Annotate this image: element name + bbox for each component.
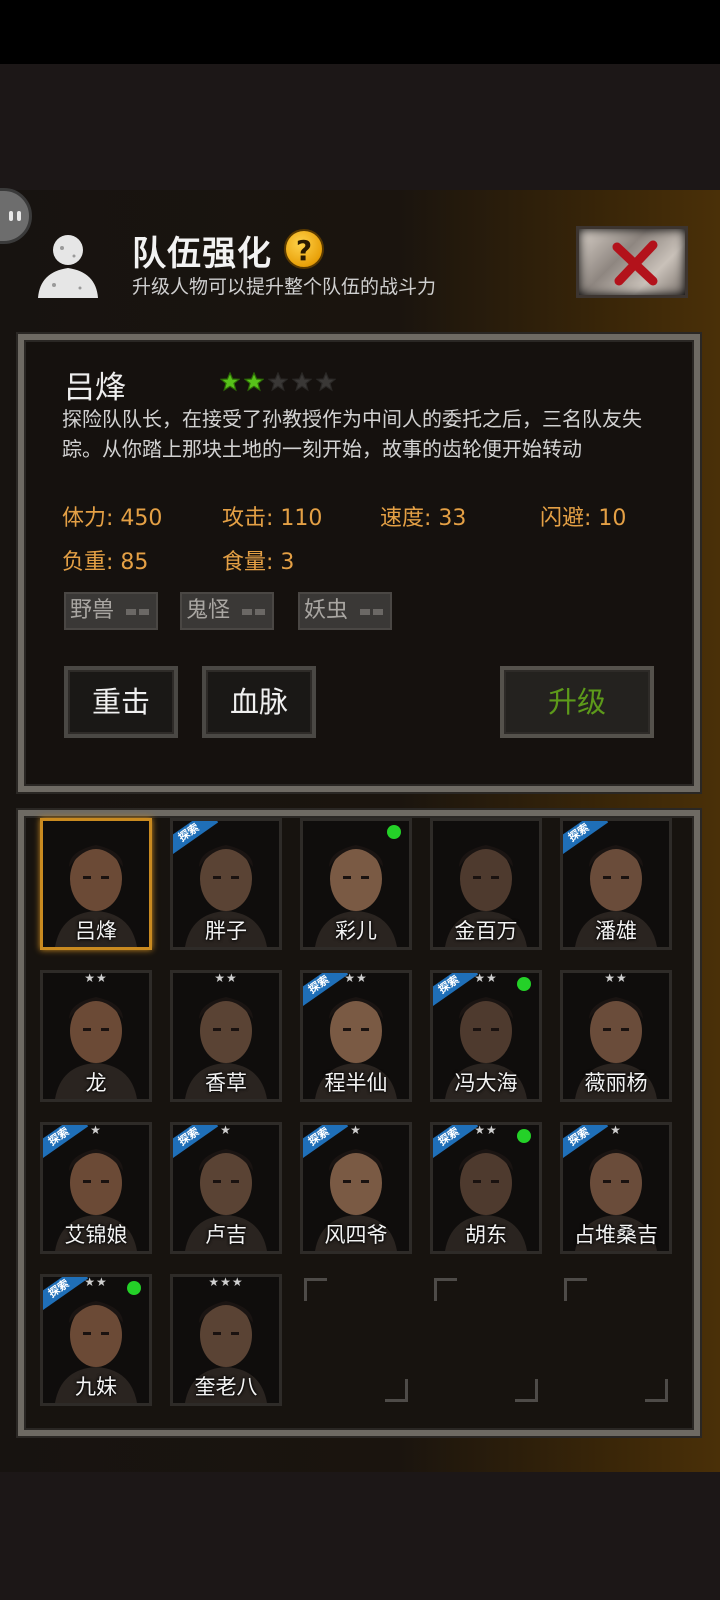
character-card[interactable]: 彩儿 [300,818,412,950]
trait-level-indicator [126,609,150,615]
character-description: 探险队队长，在接受了孙教授作为中间人的委托之后，三名队友失踪。从你踏上那块土地的… [62,407,642,461]
person-silhouette-icon [38,235,98,298]
character-card-name: 九妹 [75,1375,117,1399]
stat-food: 食量: 3 [222,550,295,575]
dialog-title: 队伍强化 [132,234,272,274]
character-card-name: 龙 [85,1071,107,1095]
character-card-name: 风四爷 [324,1223,388,1247]
character-name: 吕烽 [64,370,126,406]
card-star-rating: ★★ [604,971,628,985]
character-card-name: 程半仙 [324,1071,388,1095]
character-card[interactable]: ★ 探索 占堆桑吉 [560,1122,672,1254]
trait-tag: 妖虫 [298,592,392,630]
stat-hp: 体力: 450 [62,506,163,531]
card-star-rating: ★★ [214,971,238,985]
character-card-name: 占堆桑吉 [574,1223,658,1247]
character-card-name: 奎老八 [194,1375,258,1399]
character-card[interactable]: ★★ 香草 [170,970,282,1102]
trait-level-indicator [360,609,384,615]
status-dot-icon [127,1281,141,1295]
empty-roster-slot [560,1274,672,1406]
card-star-rating: ★★★ [208,1275,244,1289]
status-dot-icon [517,1129,531,1143]
stat-speed: 速度: 33 [380,506,467,531]
star-filled-icon [244,372,264,392]
empty-roster-slot [300,1274,412,1406]
close-icon [612,240,658,286]
skill-button-bloodline[interactable]: 血脉 [202,666,316,738]
character-card-name: 胡东 [465,1223,507,1247]
character-star-rating [220,372,336,392]
trait-tag: 野兽 [64,592,158,630]
upgrade-button[interactable]: 升级 [500,666,654,738]
character-card[interactable]: ★★ 探索 胡东 [430,1122,542,1254]
character-card[interactable]: ★ 探索 风四爷 [300,1122,412,1254]
character-card[interactable]: ★★★ 奎老八 [170,1274,282,1406]
character-card-name: 香草 [205,1071,247,1095]
card-star-rating: ★★ [84,971,108,985]
empty-roster-slot [430,1274,542,1406]
skill-button-heavy-strike[interactable]: 重击 [64,666,178,738]
status-dot-icon [517,977,531,991]
help-icon[interactable]: ? [284,229,324,269]
character-card[interactable]: ★★ 探索 冯大海 [430,970,542,1102]
character-card[interactable]: 金百万 [430,818,542,950]
trait-tag-label: 野兽 [70,598,115,623]
character-card[interactable]: ★★ 薇丽杨 [560,970,672,1102]
bottom-area [0,1472,720,1600]
character-card-name: 金百万 [454,919,518,943]
character-card[interactable]: ★ 探索 艾锦娘 [40,1122,152,1254]
character-card[interactable]: 探索 潘雄 [560,818,672,950]
status-dot-icon [387,825,401,839]
trait-tag-label: 妖虫 [304,598,349,623]
stat-load: 负重: 85 [62,550,149,575]
star-empty-icon [316,372,336,392]
character-card[interactable]: 探索 胖子 [170,818,282,950]
trait-tag-label: 鬼怪 [186,598,231,623]
character-card[interactable]: ★★ 龙 [40,970,152,1102]
character-card-name: 潘雄 [595,919,637,943]
star-filled-icon [220,372,240,392]
star-empty-icon [268,372,288,392]
character-card-name: 胖子 [205,919,247,943]
character-card-name: 冯大海 [454,1071,518,1095]
stat-evade: 闪避: 10 [540,506,627,531]
character-card[interactable]: ★ 探索 卢吉 [170,1122,282,1254]
character-card[interactable]: 吕烽 [40,818,152,950]
character-card-name: 薇丽杨 [584,1071,648,1095]
trait-tag: 鬼怪 [180,592,274,630]
character-card[interactable]: ★★ 探索 程半仙 [300,970,412,1102]
close-button[interactable] [576,226,688,298]
star-empty-icon [292,372,312,392]
character-card-name: 彩儿 [335,919,377,943]
dialog-subtitle: 升级人物可以提升整个队伍的战斗力 [132,276,437,298]
character-card-name: 卢吉 [205,1223,247,1247]
character-card-name: 艾锦娘 [64,1223,128,1247]
stat-attack: 攻击: 110 [222,506,323,531]
character-card[interactable]: ★★ 探索 九妹 [40,1274,152,1406]
character-card-name: 吕烽 [75,919,117,943]
trait-level-indicator [242,609,266,615]
status-bar [0,0,720,64]
